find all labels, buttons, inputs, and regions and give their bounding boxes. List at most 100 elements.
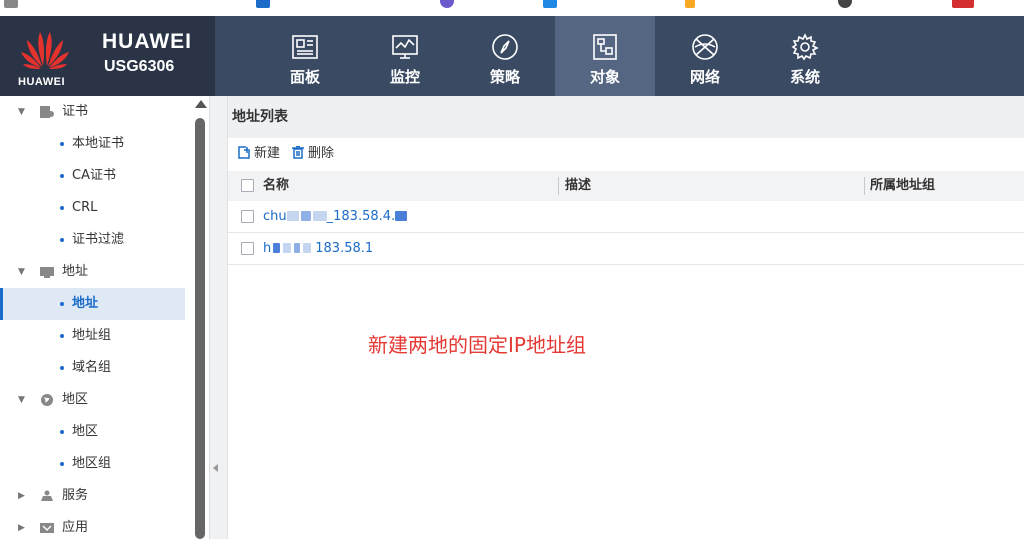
delete-button-label: 删除	[308, 146, 335, 161]
tree-group-label: 服务	[62, 488, 89, 503]
service-icon	[41, 490, 53, 501]
tree-group-certificate[interactable]: ▼ 证书	[0, 96, 185, 128]
column-header-description[interactable]: 描述	[565, 171, 591, 201]
address-name-prefix: h	[263, 241, 272, 256]
redacted-mask	[303, 243, 312, 253]
bookmark-bar	[0, 0, 1024, 16]
bookmark-item[interactable]	[838, 0, 852, 8]
nav-label: 面板	[289, 68, 320, 86]
sidebar-scrollbar[interactable]	[193, 96, 207, 539]
panel-splitter[interactable]	[210, 96, 228, 539]
bullet-icon	[60, 462, 64, 466]
table-row[interactable]: chu _183.58.4.	[228, 201, 1024, 233]
address-name-link[interactable]: chu _183.58.4.	[263, 201, 408, 233]
redacted-mask	[294, 243, 301, 253]
nav-policy[interactable]: 策略	[455, 16, 555, 96]
collapse-handle-icon[interactable]	[213, 464, 218, 472]
bookmark-item[interactable]	[952, 0, 974, 8]
collapse-arrow-icon[interactable]: ▶	[18, 480, 25, 512]
address-name-suffix: 183.58.1	[315, 241, 374, 256]
trash-icon	[292, 146, 304, 159]
new-button-label: 新建	[254, 146, 281, 161]
scrollbar-thumb[interactable]	[195, 118, 205, 539]
add-icon	[238, 146, 250, 159]
nav-label: 对象	[589, 68, 620, 86]
column-divider[interactable]	[864, 177, 865, 195]
sidebar-item-label: 地区	[72, 424, 99, 439]
nav-monitor[interactable]: 监控	[355, 16, 455, 96]
huawei-logo-icon[interactable]	[20, 28, 70, 72]
certificate-icon	[40, 106, 54, 118]
nav-label: 网络	[689, 68, 720, 86]
expand-arrow-icon[interactable]: ▼	[18, 256, 25, 288]
dashboard-icon	[292, 35, 318, 59]
main-nav: 面板 监控 策略 对象 网络 系统	[255, 16, 855, 96]
table-row[interactable]: h 183.58.1	[228, 233, 1024, 265]
scroll-up-arrow-icon[interactable]	[195, 100, 207, 108]
sidebar-item-local-cert[interactable]: 本地证书	[0, 128, 185, 160]
sidebar-item-label: CA证书	[72, 168, 116, 183]
bookmark-item[interactable]	[685, 0, 695, 8]
page-title: 地址列表	[228, 96, 1024, 138]
sidebar-item-region[interactable]: 地区	[0, 416, 185, 448]
collapse-arrow-icon[interactable]: ▶	[18, 512, 25, 544]
nav-system[interactable]: 系统	[755, 16, 855, 96]
row-checkbox[interactable]	[241, 210, 254, 223]
bookmark-item[interactable]	[256, 0, 270, 8]
compass-icon	[492, 34, 518, 60]
sidebar-item-address[interactable]: 地址	[0, 288, 185, 320]
select-all-checkbox[interactable]	[241, 179, 254, 192]
address-icon	[40, 267, 54, 278]
sidebar-item-label: 证书过滤	[72, 232, 125, 247]
column-divider[interactable]	[558, 177, 559, 195]
tree-group-label: 应用	[62, 520, 89, 535]
redacted-mask	[273, 243, 281, 253]
tree-group-service[interactable]: ▶ 服务	[0, 480, 185, 512]
bookmark-item[interactable]	[4, 0, 18, 8]
expand-arrow-icon[interactable]: ▼	[18, 96, 25, 128]
device-model: USG6306	[104, 58, 175, 75]
sidebar-item-crl[interactable]: CRL	[0, 192, 185, 224]
bookmark-item[interactable]	[543, 0, 557, 8]
sidebar-item-label: CRL	[72, 200, 98, 215]
sidebar-item-region-group[interactable]: 地区组	[0, 448, 185, 480]
tree-group-region[interactable]: ▼ 地区	[0, 384, 185, 416]
address-name-link[interactable]: h 183.58.1	[263, 233, 373, 265]
address-name-suffix: _183.58.4.	[326, 209, 396, 224]
sidebar-item-label: 地区组	[72, 456, 112, 471]
expand-arrow-icon[interactable]: ▼	[18, 384, 25, 416]
app-header: HUAWEI HUAWEI USG6306 面板 监控 策略 对象 网络 系统	[0, 16, 1024, 96]
bookmark-item[interactable]	[440, 0, 454, 8]
delete-button[interactable]: 删除	[292, 146, 334, 162]
nav-dashboard[interactable]: 面板	[255, 16, 355, 96]
sidebar-item-label: 地址组	[72, 328, 112, 343]
gear-icon	[791, 33, 819, 61]
redacted-mask	[286, 211, 299, 221]
nav-object[interactable]: 对象	[555, 16, 655, 96]
address-name-prefix: chu	[263, 209, 287, 224]
nav-network[interactable]: 网络	[655, 16, 755, 96]
redacted-mask	[283, 243, 292, 253]
brand-name: HUAWEI	[102, 30, 192, 53]
tree-group-address[interactable]: ▼ 地址	[0, 256, 185, 288]
new-button[interactable]: 新建	[238, 146, 280, 162]
row-checkbox[interactable]	[241, 242, 254, 255]
tree-group-label: 地址	[62, 264, 89, 279]
bullet-icon	[60, 142, 64, 146]
main-content: 地址列表 新建 删除 名称 描述 所属地址组 chu _183.58.4. h 18…	[228, 96, 1024, 539]
column-header-group[interactable]: 所属地址组	[870, 171, 935, 201]
sidebar-item-domain-group[interactable]: 域名组	[0, 352, 185, 384]
sidebar-item-label: 地址	[72, 296, 99, 311]
sidebar-item-ca-cert[interactable]: CA证书	[0, 160, 185, 192]
tree-group-application[interactable]: ▶ 应用	[0, 512, 185, 544]
bullet-icon	[60, 206, 64, 210]
sidebar-item-cert-filter[interactable]: 证书过滤	[0, 224, 185, 256]
sidebar: ▼ 证书 本地证书 CA证书 CRL 证书过滤 ▼ 地址 地址 地址组 域名组 …	[0, 96, 210, 539]
monitor-icon	[392, 35, 418, 59]
column-header-name[interactable]: 名称	[263, 171, 289, 201]
globe-icon	[41, 394, 53, 406]
table-header: 名称 描述 所属地址组	[228, 171, 1024, 201]
bullet-icon	[60, 334, 64, 338]
bullet-icon	[60, 430, 64, 434]
sidebar-item-address-group[interactable]: 地址组	[0, 320, 185, 352]
